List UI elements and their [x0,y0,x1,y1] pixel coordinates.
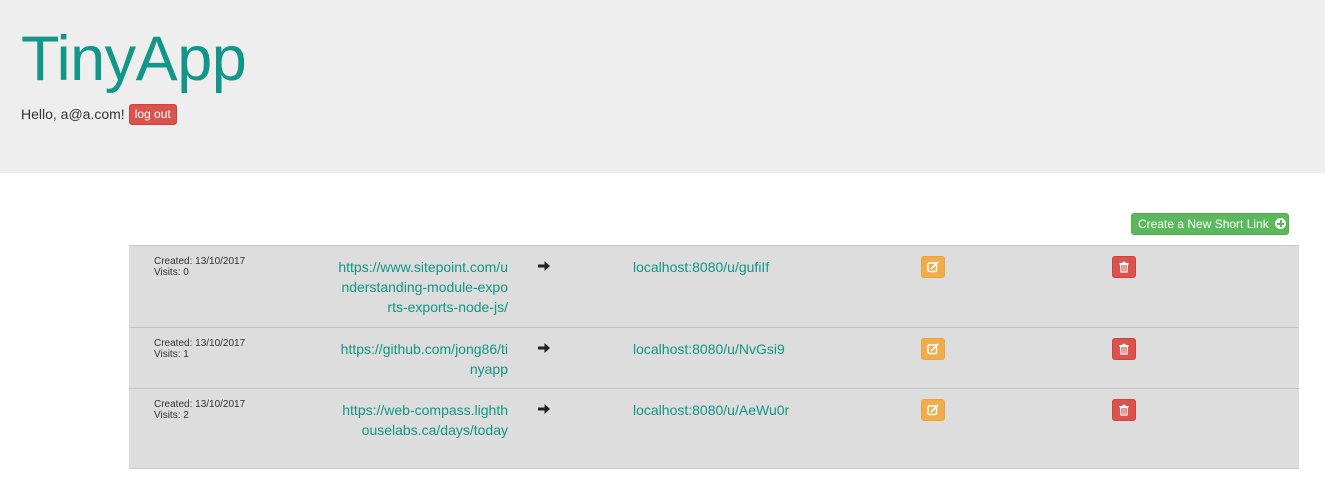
arrow-right-icon [538,261,550,271]
trash-icon [1119,261,1129,273]
greeting-text: Hello, a@a.com! [21,106,125,122]
visit-count: Visits: 1 [154,349,189,360]
long-url-link[interactable]: https://github.com/jong86/tinyapp [338,339,508,379]
app-title: TinyApp [21,24,247,94]
delete-button[interactable] [1112,338,1136,360]
user-greeting-row: Hello, a@a.com! log out [21,103,177,125]
arrow-right-icon [538,404,550,414]
delete-button[interactable] [1112,256,1136,278]
edit-button[interactable] [921,338,945,360]
long-url-link[interactable]: https://web-compass.lighthouselabs.ca/da… [338,400,508,440]
short-url-link[interactable]: localhost:8080/u/AeWu0r [633,400,789,420]
created-date: Created: 13/10/2017 [154,256,246,267]
edit-icon [927,343,939,355]
url-meta: Created: 13/10/2017 Visits: 1 [154,338,245,360]
visit-count: Visits: 2 [154,410,189,421]
table-row: Created: 13/10/2017 Visits: 0 https://ww… [129,246,1299,327]
trash-icon [1119,343,1129,355]
url-meta: Created: 13/10/2017 Visits: 2 [154,399,245,421]
arrow-right-icon [538,343,550,353]
edit-icon [927,404,939,416]
edit-icon [927,261,939,273]
created-date: Created: 13/10/2017 [154,338,246,349]
table-row: Created: 13/10/2017 Visits: 1 https://gi… [129,327,1299,388]
trash-icon [1119,404,1129,416]
delete-button[interactable] [1112,399,1136,421]
short-url-link[interactable]: localhost:8080/u/gufiIf [633,257,769,277]
table-row: Created: 13/10/2017 Visits: 2 https://we… [129,388,1299,468]
edit-button[interactable] [921,399,945,421]
url-table: Created: 13/10/2017 Visits: 0 https://ww… [129,245,1299,469]
created-date: Created: 13/10/2017 [154,399,246,410]
short-url-link[interactable]: localhost:8080/u/NvGsi9 [633,339,785,359]
long-url-link[interactable]: https://www.sitepoint.com/understanding-… [338,257,508,317]
create-short-link-button[interactable]: Create a New Short Link [1131,213,1289,235]
plus-circle-icon [1275,218,1287,229]
url-meta: Created: 13/10/2017 Visits: 0 [154,256,245,278]
page-header: TinyApp Hello, a@a.com! log out [0,0,1325,173]
create-short-link-label: Create a New Short Link [1138,217,1269,231]
logout-button[interactable]: log out [128,103,177,125]
edit-button[interactable] [921,256,945,278]
visit-count: Visits: 0 [154,267,189,278]
